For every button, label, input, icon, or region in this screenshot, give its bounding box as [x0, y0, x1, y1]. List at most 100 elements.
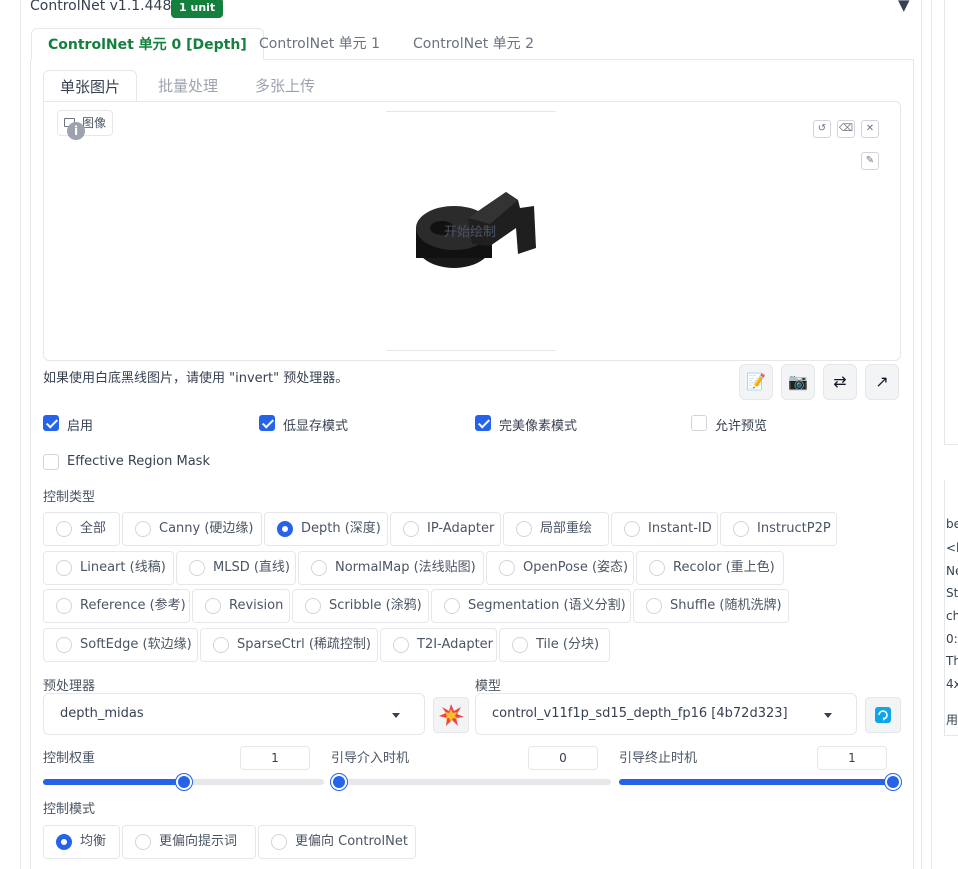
- control-weight-slider[interactable]: [43, 774, 324, 790]
- control-type-option[interactable]: Lineart (线稿): [43, 551, 174, 585]
- pixel-perfect-checkbox[interactable]: [475, 415, 491, 431]
- tab-multi-upload[interactable]: 多张上传: [239, 70, 331, 102]
- preprocessor-value: depth_midas: [60, 706, 144, 721]
- undo-icon[interactable]: ↺: [813, 120, 831, 138]
- run-preprocessor-button[interactable]: [433, 697, 469, 733]
- control-type-option[interactable]: Shuffle (随机洗牌): [633, 589, 789, 623]
- option-label: IP-Adapter: [427, 521, 495, 536]
- end-step-slider[interactable]: [619, 774, 901, 790]
- unit-count-badge: 1 unit: [171, 0, 224, 18]
- control-type-option[interactable]: 全部: [43, 512, 120, 546]
- refresh-models-button[interactable]: [865, 697, 901, 733]
- control-type-option[interactable]: Scribble (涂鸦): [292, 589, 429, 623]
- option-label: Reference (参考): [80, 598, 186, 613]
- control-type-option[interactable]: InstructP2P: [720, 512, 837, 546]
- option-label: 局部重绘: [540, 521, 593, 536]
- enable-checkbox[interactable]: [43, 415, 59, 431]
- control-type-option[interactable]: T2I-Adapter: [380, 628, 497, 662]
- start-step-input[interactable]: 0: [528, 746, 598, 770]
- tab-unit-2[interactable]: ControlNet 单元 2: [397, 28, 550, 60]
- slider-thumb[interactable]: [331, 774, 347, 790]
- side-text-line: ch: [946, 609, 958, 623]
- start-drawing-text[interactable]: 开始绘制: [444, 221, 496, 240]
- pixel-perfect-label: 完美像素模式: [499, 419, 578, 434]
- start-step-slider[interactable]: [331, 774, 611, 790]
- option-label: 更偏向 ControlNet: [295, 834, 408, 849]
- canvas-edge-top: [386, 111, 556, 112]
- control-type-option[interactable]: SparseCtrl (稀疏控制): [200, 628, 378, 662]
- collapse-triangle-icon[interactable]: ▼: [898, 0, 910, 14]
- end-step-input[interactable]: 1: [817, 746, 887, 770]
- side-box-bottom: [944, 444, 958, 445]
- control-type-option[interactable]: Recolor (重上色): [636, 551, 784, 585]
- tab-batch[interactable]: 批量处理: [142, 70, 234, 102]
- explosion-icon: [439, 704, 464, 726]
- send-icon[interactable]: ↗: [865, 364, 899, 400]
- allow-preview-label: 允许预览: [715, 419, 768, 434]
- slider-fill: [619, 779, 893, 785]
- option-label: Tile (分块): [536, 637, 600, 652]
- camera-icon[interactable]: 📷: [781, 364, 815, 400]
- side-text-line: be: [946, 517, 958, 531]
- option-label: Instant-ID: [648, 521, 712, 536]
- side-divider: [931, 0, 932, 869]
- side-box2-left: [944, 480, 945, 735]
- side-text-line: St: [946, 586, 958, 600]
- slider-thumb[interactable]: [175, 774, 192, 790]
- side-text-line: 0:: [946, 632, 958, 646]
- canvas-edge-bottom: [386, 350, 556, 351]
- close-icon[interactable]: ✕: [861, 120, 879, 138]
- control-type-option-selected[interactable]: Depth (深度): [264, 512, 388, 546]
- notepad-icon[interactable]: 📝: [739, 364, 773, 400]
- option-label: 全部: [80, 521, 107, 536]
- brush-icon[interactable]: ✎: [861, 152, 879, 170]
- model-label: 模型: [475, 679, 502, 694]
- start-step-label: 引导介入时机: [331, 751, 410, 766]
- option-label: OpenPose (姿态): [523, 560, 629, 575]
- region-mask-checkbox[interactable]: [43, 454, 59, 470]
- option-label: 均衡: [80, 834, 107, 849]
- chevron-down-icon: [392, 713, 400, 718]
- allow-preview-checkbox[interactable]: [691, 415, 707, 431]
- control-type-option[interactable]: 局部重绘: [503, 512, 609, 546]
- accordion-title[interactable]: ControlNet v1.1.448: [30, 0, 171, 14]
- control-type-option[interactable]: Canny (硬边缘): [122, 512, 262, 546]
- control-type-option[interactable]: Revision: [192, 589, 290, 623]
- tab-panel-left: [30, 60, 31, 869]
- tab-unit-1[interactable]: ControlNet 单元 1: [243, 28, 396, 60]
- chevron-down-icon: [824, 713, 832, 718]
- low-vram-checkbox[interactable]: [259, 415, 275, 431]
- option-label: Shuffle (随机洗牌): [670, 598, 782, 613]
- swap-icon[interactable]: ⇄: [823, 364, 857, 400]
- control-type-option[interactable]: Instant-ID: [611, 512, 718, 546]
- slider-thumb[interactable]: [885, 774, 901, 790]
- control-mode-balanced[interactable]: 均衡: [43, 825, 120, 859]
- side-box-left: [944, 0, 945, 445]
- frame-left: [20, 0, 21, 869]
- option-label: SparseCtrl (稀疏控制): [237, 637, 371, 652]
- control-type-option[interactable]: Segmentation (语义分割): [431, 589, 631, 623]
- option-label: Lineart (线稿): [80, 560, 166, 575]
- tab-unit-0[interactable]: ControlNet 单元 0 [Depth]: [31, 28, 264, 60]
- control-mode-label: 控制模式: [43, 802, 96, 817]
- side-text-line: 4x: [946, 677, 958, 691]
- control-type-option[interactable]: IP-Adapter: [390, 512, 501, 546]
- control-mode-prompt[interactable]: 更偏向提示词: [122, 825, 256, 859]
- option-label: Recolor (重上色): [673, 560, 775, 575]
- control-type-option[interactable]: OpenPose (姿态): [486, 551, 634, 585]
- tab-single-image[interactable]: 单张图片: [43, 70, 138, 102]
- eraser-icon[interactable]: ⌫: [837, 120, 855, 138]
- control-mode-controlnet[interactable]: 更偏向 ControlNet: [258, 825, 416, 859]
- option-label: T2I-Adapter: [417, 637, 494, 652]
- preprocessor-select[interactable]: depth_midas: [43, 693, 425, 735]
- control-type-label: 控制类型: [43, 490, 96, 505]
- control-type-option[interactable]: SoftEdge (软边缘): [43, 628, 198, 662]
- option-label: Segmentation (语义分割): [468, 598, 626, 613]
- control-type-option[interactable]: NormalMap (法线贴图): [298, 551, 484, 585]
- info-icon[interactable]: i: [67, 122, 85, 140]
- control-type-option[interactable]: MLSD (直线): [176, 551, 296, 585]
- model-select[interactable]: control_v11f1p_sd15_depth_fp16 [4b72d323…: [475, 693, 857, 735]
- control-type-option[interactable]: Tile (分块): [499, 628, 610, 662]
- control-type-option[interactable]: Reference (参考): [43, 589, 190, 623]
- control-weight-input[interactable]: 1: [240, 746, 310, 770]
